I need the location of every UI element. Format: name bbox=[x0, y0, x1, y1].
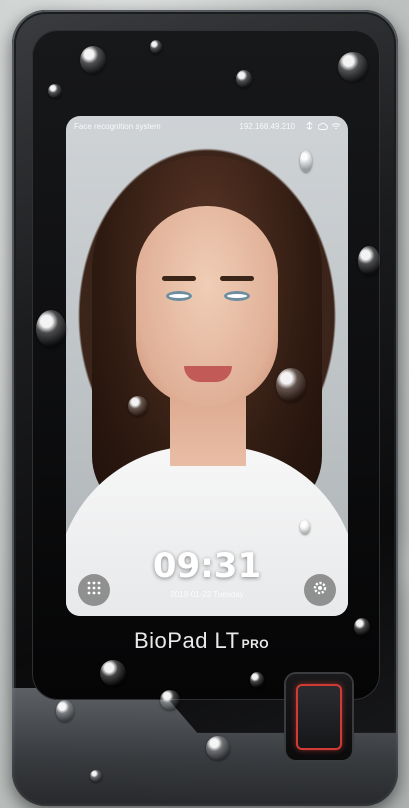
settings-button[interactable] bbox=[304, 574, 336, 606]
water-droplet bbox=[100, 660, 126, 686]
settings-icon bbox=[312, 580, 328, 601]
water-droplet bbox=[300, 520, 310, 534]
water-droplet bbox=[236, 70, 252, 88]
device-screen: Face recognition system 192.168.49.210 0… bbox=[66, 116, 348, 616]
cloud-icon bbox=[317, 122, 328, 131]
water-droplet bbox=[128, 396, 148, 416]
fingerprint-reader[interactable] bbox=[286, 674, 352, 760]
water-droplet bbox=[56, 700, 74, 722]
water-droplet bbox=[354, 618, 370, 636]
brand-logo: BioPad LT PRO bbox=[134, 628, 269, 654]
water-droplet bbox=[48, 84, 62, 98]
left-eye bbox=[166, 291, 192, 301]
status-title: Face recognition system bbox=[74, 121, 161, 131]
menu-grid-button[interactable] bbox=[78, 574, 110, 606]
ip-address: 192.168.49.210 bbox=[239, 121, 295, 131]
water-droplet bbox=[150, 40, 162, 54]
water-droplet bbox=[36, 310, 66, 348]
water-droplet bbox=[358, 246, 380, 276]
fingerprint-sensor-window bbox=[296, 684, 342, 750]
grid-icon bbox=[87, 581, 101, 600]
water-droplet bbox=[206, 736, 230, 760]
water-droplet bbox=[80, 46, 106, 74]
water-droplet bbox=[160, 690, 180, 710]
status-bar: Face recognition system 192.168.49.210 bbox=[66, 116, 348, 136]
brand-name: BioPad LT bbox=[134, 628, 240, 653]
wifi-icon bbox=[331, 122, 341, 131]
usb-icon bbox=[305, 120, 314, 131]
water-droplet bbox=[300, 150, 312, 172]
water-droplet bbox=[338, 52, 368, 82]
brand-suffix: PRO bbox=[241, 637, 270, 651]
water-droplet bbox=[250, 672, 264, 688]
water-droplet bbox=[90, 770, 102, 782]
left-eyebrow bbox=[162, 276, 196, 281]
right-eye bbox=[224, 291, 250, 301]
water-droplet bbox=[276, 368, 306, 402]
right-eyebrow bbox=[220, 276, 254, 281]
clock-time: 09:31 bbox=[152, 546, 262, 586]
